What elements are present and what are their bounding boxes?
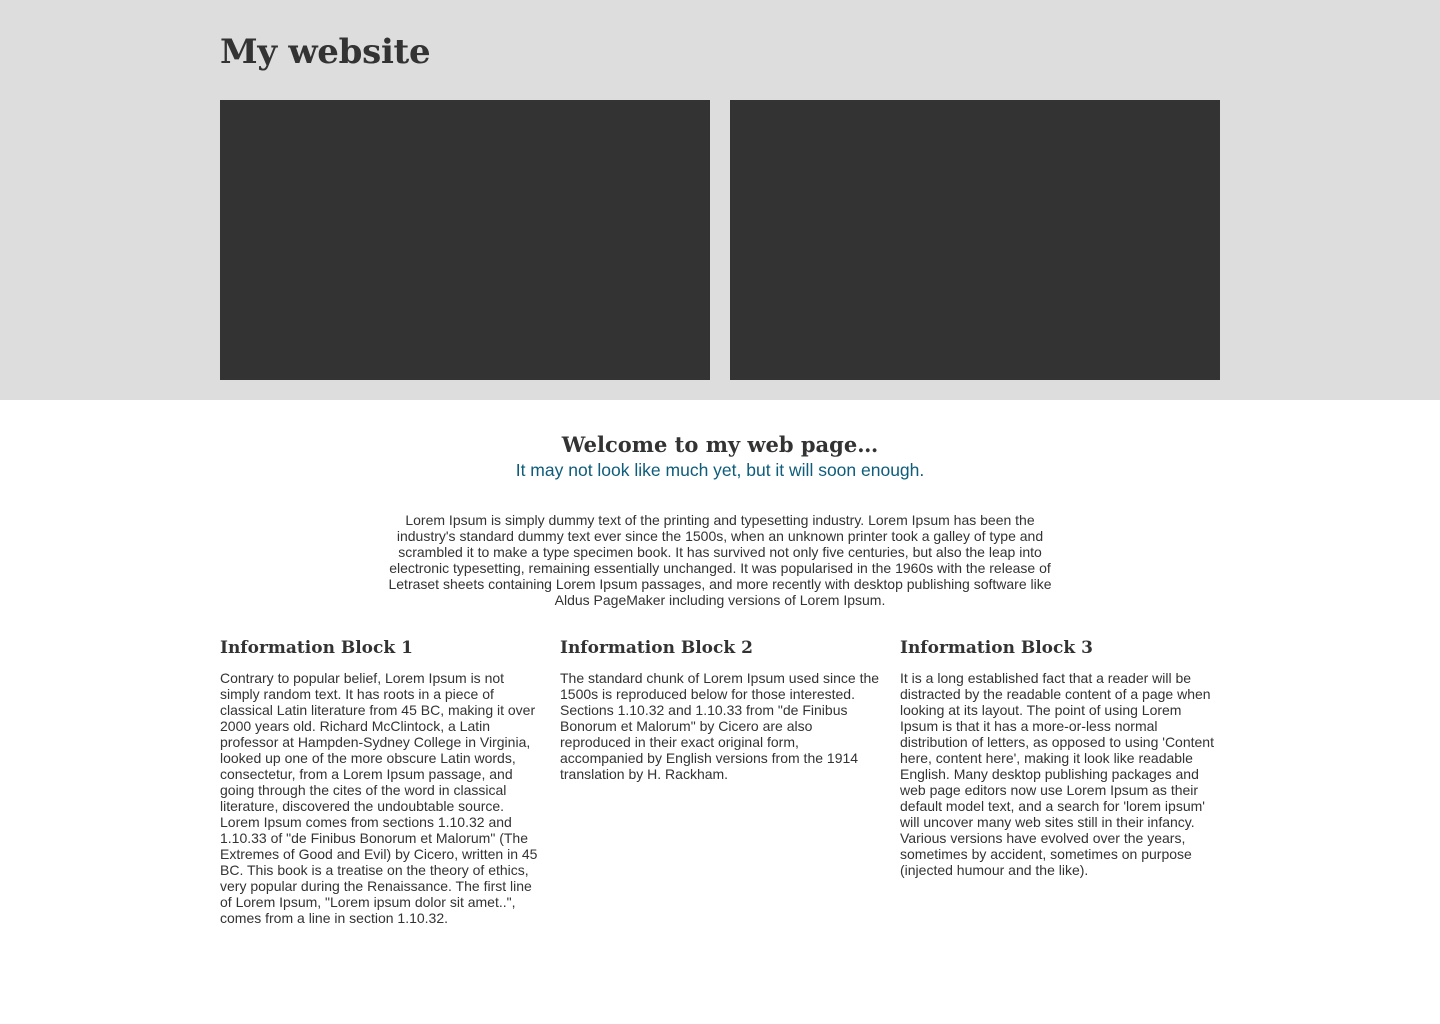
intro-paragraph: Lorem Ipsum is simply dummy text of the … — [388, 512, 1052, 608]
block-body: Contrary to popular belief, Lorem Ipsum … — [220, 670, 538, 926]
site-title: My website — [220, 32, 431, 72]
block-body: The standard chunk of Lorem Ipsum used s… — [560, 670, 880, 782]
information-block-1: Information Block 1 Contrary to popular … — [220, 636, 540, 926]
block-title: Information Block 2 — [560, 638, 753, 658]
block-title: Information Block 1 — [220, 638, 413, 658]
information-block-2: Information Block 2 The standard chunk o… — [560, 636, 880, 926]
welcome-section: Welcome to my web page… It may not look … — [0, 400, 1440, 608]
block-title: Information Block 3 — [900, 638, 1093, 658]
image-placeholder-left — [220, 100, 710, 380]
hero-header: My website — [0, 0, 1440, 400]
image-placeholder-right — [730, 100, 1220, 380]
information-blocks: Information Block 1 Contrary to popular … — [220, 636, 1220, 926]
welcome-subtitle: It may not look like much yet, but it wi… — [515, 460, 925, 480]
block-body: It is a long established fact that a rea… — [900, 670, 1214, 878]
information-block-3: Information Block 3 It is a long establi… — [900, 636, 1220, 926]
welcome-title: Welcome to my web page… — [561, 432, 879, 457]
